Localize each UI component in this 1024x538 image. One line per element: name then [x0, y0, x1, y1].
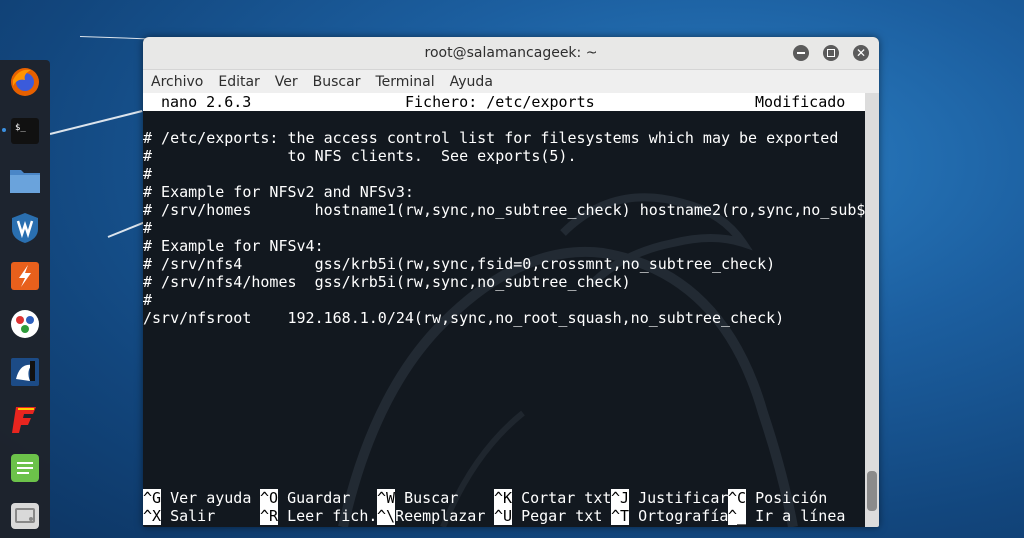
shortcut-key: ^U [494, 507, 513, 525]
shortcut-key: ^_ [728, 507, 747, 525]
file-line: # [143, 219, 153, 237]
minimize-button[interactable] [793, 45, 809, 61]
menu-ayuda[interactable]: Ayuda [446, 74, 501, 90]
menu-editar[interactable]: Editar [214, 74, 267, 90]
file-line: # /srv/homes hostname1(rw,sync,no_subtre… [143, 201, 865, 219]
terminal-icon[interactable]: $_ [8, 114, 42, 148]
file-line: # [143, 165, 153, 183]
file-line: # /etc/exports: the access control list … [143, 129, 839, 147]
close-icon: ✕ [855, 46, 867, 60]
title-bar[interactable]: root@salamancageek: ~ ✕ [143, 37, 879, 70]
app-grid-icon[interactable] [8, 499, 42, 533]
file-line: # to NFS clients. See exports(5). [143, 147, 577, 165]
minimize-icon [797, 52, 805, 54]
nano-version: nano 2.6.3 [161, 93, 252, 111]
shortcut-key: ^K [494, 489, 513, 507]
active-indicator [2, 128, 6, 132]
shortcut-key: ^\ [377, 507, 396, 525]
metasploit-icon[interactable] [8, 211, 42, 245]
shortcut-key: ^C [728, 489, 747, 507]
shortcut-label[interactable]: Cortar txt [521, 489, 611, 507]
wallpaper-streak [79, 36, 150, 40]
maximize-button[interactable] [823, 45, 839, 61]
burpsuite-icon[interactable] [8, 259, 42, 293]
file-line: /srv/nfsroot 192.168.1.0/24(rw,sync,no_r… [143, 309, 785, 327]
file-line: # /srv/nfs4/homes gss/krb5i(rw,sync,no_s… [143, 273, 631, 291]
shortcut-label[interactable]: Pegar txt [521, 507, 602, 525]
leafpad-icon[interactable] [8, 451, 42, 485]
close-button[interactable]: ✕ [853, 45, 869, 61]
menu-ver[interactable]: Ver [271, 74, 306, 90]
shortcut-label[interactable]: Buscar [404, 489, 458, 507]
shortcut-label[interactable]: Reemplazar [395, 507, 485, 525]
shortcut-key: ^T [611, 507, 630, 525]
menu-buscar[interactable]: Buscar [309, 74, 369, 90]
shortcut-label[interactable]: Ver ayuda [170, 489, 251, 507]
svg-text:$_: $_ [15, 123, 26, 133]
menu-archivo[interactable]: Archivo [147, 74, 211, 90]
file-line: # Example for NFSv4: [143, 237, 324, 255]
shortcut-label[interactable]: Ortografía [638, 507, 728, 525]
shortcut-row: ^G Ver ayuda ^O Guardar ^W Buscar ^K Cor… [143, 489, 865, 507]
shortcut-label[interactable]: Guardar [287, 489, 350, 507]
window-title: root@salamancageek: ~ [424, 45, 598, 61]
shortcut-row: ^X Salir ^R Leer fich. ^\Reemplazar ^U P… [143, 507, 865, 525]
file-line: # /srv/nfs4 gss/krb5i(rw,sync,fsid=0,cro… [143, 255, 776, 273]
faraday-icon[interactable] [8, 403, 42, 437]
shortcut-key: ^R [260, 507, 279, 525]
terminal-window: root@salamancageek: ~ ✕ Archivo Editar V… [143, 37, 879, 527]
maltego-icon[interactable] [8, 307, 42, 341]
shortcut-key: ^G [143, 489, 162, 507]
menu-bar: Archivo Editar Ver Buscar Terminal Ayuda [143, 70, 879, 94]
shortcut-label[interactable]: Salir [170, 507, 215, 525]
file-line: # Example for NFSv2 and NFSv3: [143, 183, 414, 201]
file-line: # [143, 291, 153, 309]
menu-terminal[interactable]: Terminal [371, 74, 442, 90]
shortcut-label[interactable]: Ir a línea [755, 507, 845, 525]
shortcut-key: ^W [377, 489, 396, 507]
shortcut-label[interactable]: Leer fich. [287, 507, 377, 525]
shortcut-label[interactable]: Posición [755, 489, 827, 507]
maximize-icon [827, 49, 835, 57]
shortcut-label[interactable]: Justificar [638, 489, 728, 507]
nano-status-bar: nano 2.6.3 Fichero: /etc/exports Modific… [143, 93, 865, 111]
nano-modified-flag: Modificado [755, 93, 846, 111]
terminal-content[interactable]: nano 2.6.3 Fichero: /etc/exports Modific… [143, 93, 865, 527]
firefox-icon[interactable] [8, 65, 42, 99]
files-icon[interactable] [8, 163, 42, 197]
armitage-icon[interactable] [8, 355, 42, 389]
shortcut-key: ^J [611, 489, 630, 507]
shortcut-key: ^O [260, 489, 279, 507]
scrollbar-thumb[interactable] [867, 471, 877, 511]
wallpaper-streak [107, 221, 146, 238]
wallpaper-streak [49, 110, 143, 135]
terminal-scrollbar[interactable] [865, 93, 879, 527]
shortcut-key: ^X [143, 507, 162, 525]
nano-file-name: Fichero: /etc/exports [405, 93, 595, 111]
dock: $_ [0, 60, 50, 538]
